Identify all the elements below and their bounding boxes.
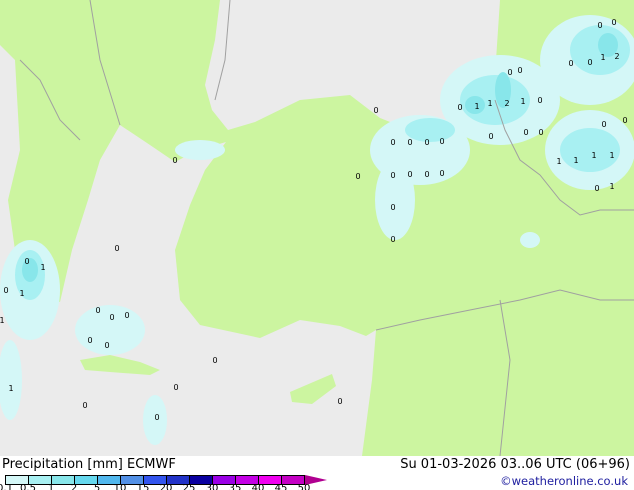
legend-tick: 35 (228, 483, 242, 490)
precip-value-label: 0 (104, 341, 109, 350)
precip-value-label: 0 (611, 18, 616, 27)
precip-value-label: 0 (407, 170, 412, 179)
valid-time: Su 01-03-2026 03..06 UTC (06+96) (400, 457, 630, 472)
legend-tick: 0.1 (0, 483, 13, 490)
precip-value-label: 0 (594, 184, 599, 193)
precip-value-label: 1 (8, 384, 13, 393)
precip-value-label: 0 (390, 235, 395, 244)
precip-value-label: 2 (504, 99, 509, 108)
precip-value-label: 1 (40, 263, 45, 272)
precip-value-label: 1 (609, 182, 614, 191)
precip-value-label: 0 (390, 171, 395, 180)
legend-tick: 50 (297, 483, 311, 490)
legend-tick: 15 (136, 483, 150, 490)
precip-value-label: 1 (520, 97, 525, 106)
precip-value-label: 0 (114, 244, 119, 253)
precip-value-label: 0 (82, 401, 87, 410)
precip-value-label: 0 (407, 138, 412, 147)
precip-value-label: 1 (487, 99, 492, 108)
precip-value-label: 0 (355, 172, 360, 181)
legend-tick: 2 (70, 483, 78, 490)
legend-tick: 40 (251, 483, 265, 490)
precip-value-label: 1 (474, 102, 479, 111)
precip-value-label: 1 (0, 316, 5, 325)
precip-value-label: 0 (622, 116, 627, 125)
weather-map-view: 0000120010121000000000011110000000000010… (0, 0, 634, 490)
precip-value-label: 0 (517, 66, 522, 75)
precip-value-label: 0 (601, 120, 606, 129)
precip-value-label: 0 (523, 128, 528, 137)
precip-value-label: 0 (390, 138, 395, 147)
precipitation-map[interactable]: 0 00 01 20 010 1 2 1 0000 0 0 00 0 01 11 10 00 0 0 0 0000010… (0, 0, 634, 456)
legend-tick: 10 (113, 483, 127, 490)
precip-value-label: 0 (109, 313, 114, 322)
precip-value-label: 0 (457, 103, 462, 112)
legend-tick: 25 (182, 483, 196, 490)
precip-value-label: 0 (424, 170, 429, 179)
precip-value-label: 1 (19, 289, 24, 298)
precip-value-label: 0 (507, 68, 512, 77)
precip-value-label: 0 (3, 286, 8, 295)
precip-value-label: 1 (600, 53, 605, 62)
legend-tick: 45 (274, 483, 288, 490)
precip-value-label: 0 (24, 257, 29, 266)
legend-tick: 0.5 (20, 483, 36, 490)
precip-value-label: 0 (173, 383, 178, 392)
precip-value-label: 0 (439, 137, 444, 146)
precip-value-label: 0 (488, 132, 493, 141)
precip-value-label: 0 (95, 306, 100, 315)
precip-value-label: 0 (390, 203, 395, 212)
credit-link[interactable]: ©weatheronline.co.uk (500, 474, 628, 488)
precip-value-label: 0 (154, 413, 159, 422)
precip-value-label: 0 (537, 96, 542, 105)
precip-value-label: 2 (614, 52, 619, 61)
legend-tick: 5 (93, 483, 101, 490)
precip-value-label: 0 (568, 59, 573, 68)
precip-value-label: 0 (337, 397, 342, 406)
color-scale-ticks: 0.1 0.5 1 2 5 10 15 20 25 30 35 40 45 50 (0, 483, 340, 490)
precip-value-label: 0 (373, 106, 378, 115)
legend-footer: Precipitation [mm] ECMWF Su 01-03-2026 0… (0, 456, 634, 490)
precip-value-label: 0 (587, 58, 592, 67)
precip-value-label: 0 (597, 21, 602, 30)
precip-value-label: 0 (172, 156, 177, 165)
precip-value-label: 0 (424, 138, 429, 147)
precip-value-label: 0 (212, 356, 217, 365)
precip-value-label: 0 (538, 128, 543, 137)
map-title: Precipitation [mm] ECMWF (2, 457, 176, 472)
legend-tick: 20 (159, 483, 173, 490)
precip-value-label: 0 (439, 169, 444, 178)
legend-tick: 1 (47, 483, 55, 490)
precip-value-label: 1 (573, 156, 578, 165)
precip-value-label: 0 (124, 311, 129, 320)
legend-tick: 30 (205, 483, 219, 490)
precip-value-label: 0 (87, 336, 92, 345)
precip-value-label: 1 (609, 151, 614, 160)
precip-value-label: 1 (556, 157, 561, 166)
precip-value-label: 1 (591, 151, 596, 160)
